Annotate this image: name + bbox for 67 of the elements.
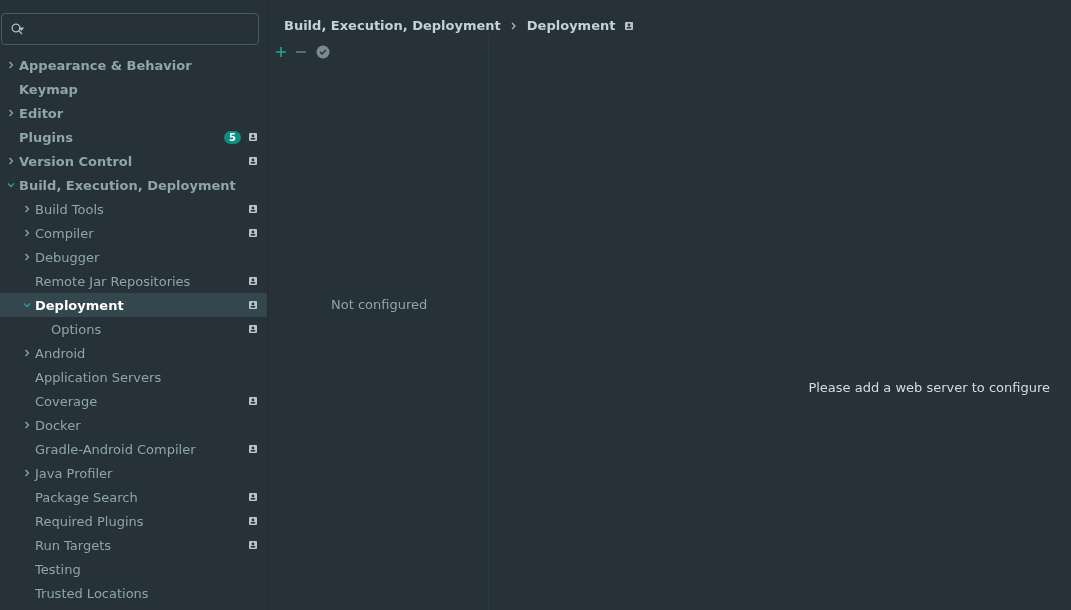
tree-item-label: Coverage xyxy=(35,393,99,409)
tree-item-label: Application Servers xyxy=(35,369,163,385)
chevron-icon[interactable] xyxy=(7,109,15,117)
tree-item-label: Compiler xyxy=(35,225,95,241)
tree-item[interactable]: Run Targets xyxy=(0,533,267,557)
tree-item-label: Appearance & Behavior xyxy=(19,57,193,73)
tree-item-label: Deployment xyxy=(35,297,125,313)
tree-item-label: Version Control xyxy=(19,153,134,169)
tree-item[interactable]: Compiler xyxy=(0,221,267,245)
chevron-icon[interactable] xyxy=(23,229,31,237)
tree-item[interactable]: Keymap xyxy=(0,77,267,101)
tree-item[interactable]: Remote Jar Repositories xyxy=(0,269,267,293)
chevron-icon[interactable] xyxy=(7,181,15,189)
tree-item-label: Trusted Locations xyxy=(35,585,150,601)
tree-item-label: Run Targets xyxy=(35,537,113,553)
add-icon[interactable] xyxy=(276,47,286,57)
tree-item-label: Testing xyxy=(35,561,82,577)
tree-item-label: Android xyxy=(35,345,87,361)
tree-item-label: Debugger xyxy=(35,249,101,265)
tree-item[interactable]: Package Search xyxy=(0,485,267,509)
chevron-icon[interactable] xyxy=(23,301,31,309)
tree-item[interactable]: Required Plugins xyxy=(0,509,267,533)
breadcrumb-item: Deployment xyxy=(526,18,616,33)
tree-item-label: Build, Execution, Deployment xyxy=(19,177,237,193)
tree-item-label: Build Tools xyxy=(35,201,105,217)
chevron-icon[interactable] xyxy=(23,469,31,477)
tree-item[interactable]: Java Profiler xyxy=(0,461,267,485)
tree-item[interactable]: Options xyxy=(0,317,267,341)
tree-item[interactable]: Android xyxy=(0,341,267,365)
tree-item[interactable]: Appearance & Behavior xyxy=(0,53,267,77)
tree-item-label: Package Search xyxy=(35,489,139,505)
search-field[interactable] xyxy=(1,13,259,45)
tree-item-label: Docker xyxy=(35,417,82,433)
tree-item[interactable]: Debugger xyxy=(0,245,267,269)
tree-item[interactable]: Gradle-Android Compiler xyxy=(0,437,267,461)
chevron-icon[interactable] xyxy=(23,349,31,357)
details-message: Please add a web server to configure xyxy=(808,380,1050,396)
tree-item-label: Options xyxy=(51,321,103,337)
tree-item-label: Java Profiler xyxy=(35,465,114,481)
check-badge-icon[interactable] xyxy=(316,45,330,59)
tree-item-label: Keymap xyxy=(19,81,79,97)
tree-item[interactable]: Plugins 5 xyxy=(0,125,267,149)
chevron-icon[interactable] xyxy=(23,421,31,429)
tree-item[interactable]: Editor xyxy=(0,101,267,125)
tree-item-label: Plugins xyxy=(19,129,74,145)
tree-item[interactable]: Build Tools xyxy=(0,197,267,221)
tree-item[interactable]: Build, Execution, Deployment xyxy=(0,173,267,197)
tree-item-label: Remote Jar Repositories xyxy=(35,273,192,289)
chevron-icon[interactable] xyxy=(23,205,31,213)
tree-item[interactable]: Trusted Locations xyxy=(0,581,267,605)
search-icon xyxy=(11,23,24,35)
empty-list-text: Not configured xyxy=(331,297,429,312)
tree-item[interactable]: Testing xyxy=(0,557,267,581)
tree-item[interactable]: Deployment xyxy=(0,293,267,317)
tree-item-label: Editor xyxy=(19,105,65,121)
chevron-icon[interactable] xyxy=(23,253,31,261)
chevron-icon xyxy=(510,21,517,30)
tree-item[interactable]: Coverage xyxy=(0,389,267,413)
tree-item[interactable]: Application Servers xyxy=(0,365,267,389)
tree-item-label: Gradle-Android Compiler xyxy=(35,441,197,457)
tree-item[interactable]: Version Control xyxy=(0,149,267,173)
tree-item-label: Required Plugins xyxy=(35,513,145,529)
count-badge: 5 xyxy=(224,130,241,144)
breadcrumb-item: Build, Execution, Deployment xyxy=(284,18,501,33)
chevron-icon[interactable] xyxy=(7,61,15,69)
chevron-icon[interactable] xyxy=(7,157,15,165)
tree-item[interactable]: Docker xyxy=(0,413,267,437)
